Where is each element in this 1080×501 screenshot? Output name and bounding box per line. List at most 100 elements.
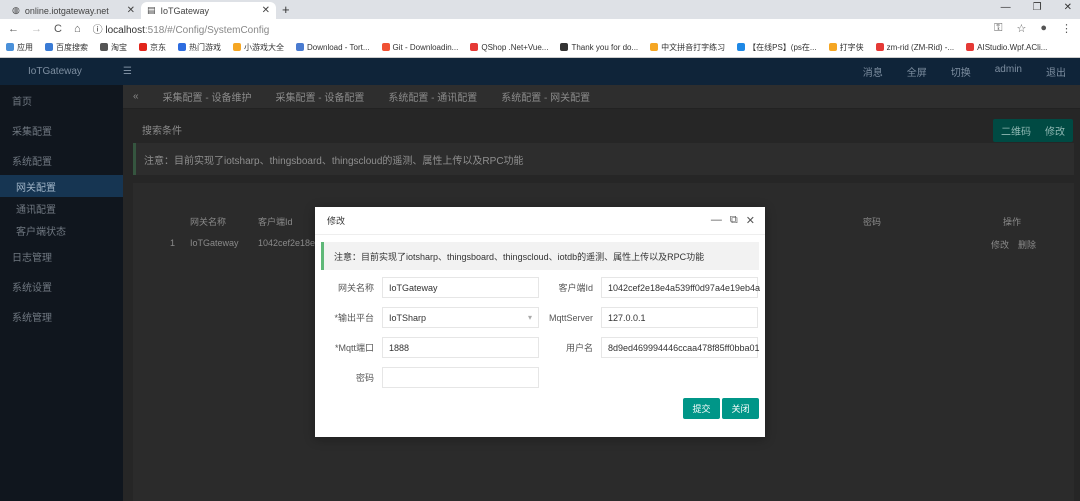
close-icon[interactable]: ✕ xyxy=(746,214,755,227)
bookmark-item[interactable]: zm-rid (ZM-Rid) -... xyxy=(875,43,954,52)
page-tab[interactable]: 系统配置 - 通讯配置 xyxy=(388,89,477,104)
restore-icon[interactable]: ❐ xyxy=(1033,2,1042,13)
page-icon: ▤ xyxy=(147,5,156,15)
bookmark-icon xyxy=(828,43,837,51)
bookmark-label: 淘宝 xyxy=(111,43,127,52)
bookmark-label: Git - Downloadin... xyxy=(392,43,459,52)
close-window-icon[interactable]: ✕ xyxy=(1064,2,1072,13)
bookmark-item[interactable]: 淘宝 xyxy=(100,42,127,53)
back-icon[interactable]: ← xyxy=(8,23,19,35)
bookmark-label: 热门游戏 xyxy=(189,43,221,52)
sidebar-item-label: 日志管理 xyxy=(12,252,52,264)
panel-title: 搜索条件 xyxy=(142,126,182,137)
bookmark-label: 京东 xyxy=(150,43,166,52)
bookmark-item[interactable]: QShop .Net+Vue... xyxy=(470,43,548,52)
maximize-icon[interactable]: ⧉ xyxy=(730,214,738,227)
reload-icon[interactable]: C xyxy=(54,23,62,35)
sidebar-item-label: 客户端状态 xyxy=(16,226,66,238)
dialog-title: 修改 xyxy=(315,207,765,235)
header-item[interactable]: 切换 xyxy=(951,64,971,79)
account-icon[interactable]: ● xyxy=(1040,22,1047,35)
sidebar-item-label: 系统配置 xyxy=(12,156,52,168)
forward-icon[interactable]: → xyxy=(31,23,42,35)
bookmark-item[interactable]: 打字侠 xyxy=(828,42,864,53)
sidebar-item[interactable]: 通讯配置 xyxy=(0,197,123,219)
sidebar-item[interactable]: 网关配置 xyxy=(0,175,123,197)
close-tab-icon[interactable]: ✕ xyxy=(127,5,135,16)
header-item[interactable]: admin xyxy=(995,64,1022,79)
bookmark-item[interactable]: Thank you for do... xyxy=(560,43,638,52)
qr-button[interactable]: 二维码 xyxy=(993,119,1039,142)
mqtt-port-input[interactable]: 1888 xyxy=(382,337,539,358)
header-item[interactable]: 退出 xyxy=(1046,64,1066,79)
bookmark-item[interactable]: 小游戏大全 xyxy=(233,42,284,53)
sidebar-item[interactable]: 系统配置 xyxy=(0,145,123,175)
browser-tab-active[interactable]: ▤ IoTGateway ✕ xyxy=(141,2,276,19)
header-item[interactable]: 消息 xyxy=(863,64,883,79)
bookmark-label: Download - Tort... xyxy=(307,43,370,52)
platform-select[interactable]: IoTSharp ▾ xyxy=(382,307,539,328)
row-edit-link[interactable]: 修改 xyxy=(991,238,1009,251)
bookmark-icon xyxy=(381,43,390,51)
bookmark-icon xyxy=(178,43,186,51)
bookmark-icon xyxy=(45,43,53,51)
browser-tab[interactable]: ◍ online.iotgateway.net ✕ xyxy=(6,2,141,19)
menu-icon[interactable]: ⋮ xyxy=(1061,22,1072,35)
bookmark-item[interactable]: Download - Tort... xyxy=(296,43,370,52)
bookmark-icon xyxy=(296,43,304,51)
bookmark-item[interactable]: 应用 xyxy=(6,42,33,53)
password-input[interactable] xyxy=(382,367,539,388)
minimize-icon[interactable]: — xyxy=(711,214,722,227)
url-field[interactable]: ⓘ localhost:518/#/Config/SystemConfig xyxy=(93,21,270,36)
bookmarks-bar: 应用 百度搜索 淘宝 京东 热门游戏 小游戏大全 Download - Tort... Git… xyxy=(0,38,1080,58)
browser-tab-strip: ◍ online.iotgateway.net ✕ ▤ IoTGateway ✕ + —… xyxy=(0,0,1080,19)
sidebar-item[interactable]: 首页 xyxy=(0,85,123,115)
bookmark-item[interactable]: 中文拼音打字练习 xyxy=(650,42,725,53)
bookmark-item[interactable]: AIStudio.Wpf.ACli... xyxy=(966,43,1047,52)
submit-button[interactable]: 提交 xyxy=(683,398,720,419)
new-tab-button[interactable]: + xyxy=(282,2,290,19)
bookmark-label: 应用 xyxy=(17,43,33,52)
home-icon[interactable]: ⌂ xyxy=(74,23,81,35)
bookmark-item[interactable]: Git - Downloadin... xyxy=(381,43,459,52)
page-tab[interactable]: 采集配置 - 设备维护 xyxy=(163,89,252,104)
bookmark-item[interactable]: 热门游戏 xyxy=(178,42,221,53)
minimize-icon[interactable]: — xyxy=(1001,2,1011,13)
star-icon[interactable]: ☆ xyxy=(1016,22,1026,35)
bookmark-icon xyxy=(875,43,884,51)
edit-button[interactable]: 修改 xyxy=(1037,119,1073,142)
sidebar-item[interactable]: 系统设置 xyxy=(0,271,123,301)
sidebar-item[interactable]: 日志管理 xyxy=(0,241,123,271)
bookmark-icon xyxy=(650,43,659,51)
close-tab-icon[interactable]: ✕ xyxy=(262,5,270,16)
sidebar-item[interactable]: 系统管理 xyxy=(0,301,123,331)
client-id-input[interactable]: 1042cef2e18e4a539ff0d97a4e19eb4a xyxy=(601,277,760,298)
mqtt-server-input[interactable]: 127.0.0.1 xyxy=(601,307,758,328)
bookmark-label: 小游戏大全 xyxy=(244,43,284,52)
bookmark-icon xyxy=(470,43,479,51)
address-bar-row: ← → C ⌂ ⓘ localhost:518/#/Config/SystemConf… xyxy=(0,19,1080,38)
row-delete-link[interactable]: 删除 xyxy=(1018,238,1036,251)
bookmark-item[interactable]: 百度搜索 xyxy=(45,42,88,53)
sidebar-item[interactable]: 采集配置 xyxy=(0,115,123,145)
tabs-prev-icon[interactable]: « xyxy=(133,91,139,102)
username-input[interactable]: 8d9ed469994446ccaa478f85ff0bba01 xyxy=(601,337,759,358)
gateway-name-input[interactable]: IoTGateway xyxy=(382,277,539,298)
chevron-down-icon: ▾ xyxy=(527,313,532,322)
menu-toggle-icon[interactable]: ☰ xyxy=(123,66,132,77)
sidebar-item-label: 通讯配置 xyxy=(16,204,56,216)
sidebar-item[interactable]: 客户端状态 xyxy=(0,219,123,241)
bookmark-item[interactable]: 京东 xyxy=(139,42,166,53)
key-icon[interactable]: ⚿ xyxy=(994,22,1002,35)
header-item[interactable]: 全屏 xyxy=(907,64,927,79)
page-tab[interactable]: 系统配置 - 网关配置 xyxy=(501,89,590,104)
bookmark-item[interactable]: 【在线PS】(ps在... xyxy=(737,42,817,53)
close-button[interactable]: 关闭 xyxy=(722,398,759,419)
bookmark-label: 中文拼音打字练习 xyxy=(661,43,726,52)
sidebar-item-label: 系统管理 xyxy=(12,312,52,324)
page-tabs: « 采集配置 - 设备维护 采集配置 - 设备配置 系统配置 - 通讯配置 系统配置 -… xyxy=(123,85,1080,109)
page-tab[interactable]: 采集配置 - 设备配置 xyxy=(275,89,364,104)
bookmark-icon xyxy=(139,43,147,51)
sidebar-item-label: 系统设置 xyxy=(12,282,52,294)
bookmark-icon xyxy=(737,43,746,51)
